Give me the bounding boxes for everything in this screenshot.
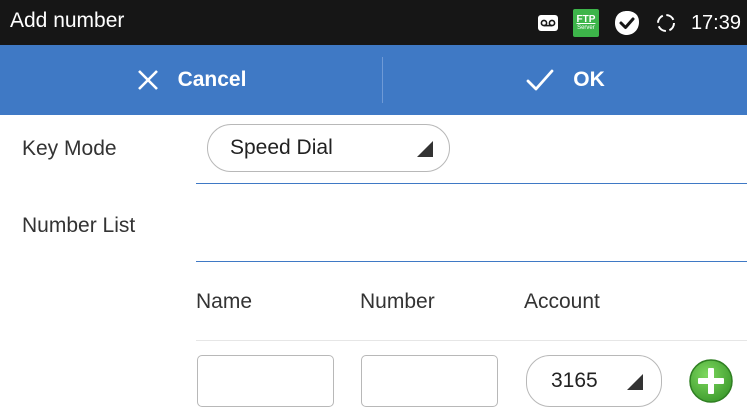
header-divider (196, 340, 747, 341)
name-input[interactable] (197, 355, 334, 407)
close-icon (137, 70, 158, 90)
window-title: Add number (10, 9, 125, 32)
add-number-button[interactable] (688, 358, 734, 404)
number-list-underline (196, 261, 747, 262)
clock: 17:39 (690, 11, 741, 34)
dropdown-arrow-icon (417, 141, 433, 157)
key-mode-select[interactable]: Speed Dial (207, 124, 450, 172)
account-select[interactable]: 3165 (526, 355, 662, 407)
action-bar: Cancel OK (0, 45, 747, 115)
ok-label: OK (573, 68, 605, 91)
ftp-sublabel: Server (577, 25, 595, 31)
key-mode-underline (196, 183, 747, 184)
cancel-button[interactable]: Cancel (0, 45, 382, 115)
checkmark-icon (526, 69, 554, 91)
dropdown-arrow-icon (627, 374, 643, 390)
name-column-header: Name (196, 290, 253, 313)
voicemail-icon (537, 14, 559, 32)
plus-circle-icon (689, 359, 733, 403)
ftp-server-icon: FTP Server (572, 9, 599, 37)
status-bar: Add number FTP Server 17:39 (0, 0, 747, 45)
number-input[interactable] (361, 355, 498, 407)
number-column-header: Number (360, 290, 435, 313)
status-icons: FTP Server 17:39 (537, 8, 741, 38)
ok-button[interactable]: OK (383, 45, 747, 115)
key-mode-label: Key Mode (22, 137, 117, 160)
ftp-label: FTP (576, 14, 596, 25)
account-column-header: Account (524, 290, 600, 313)
cancel-label: Cancel (177, 68, 247, 91)
check-badge-icon (613, 9, 641, 37)
key-mode-value: Speed Dial (230, 136, 333, 159)
number-list-label: Number List (22, 214, 136, 237)
sync-icon (655, 12, 677, 34)
account-value: 3165 (551, 369, 598, 392)
